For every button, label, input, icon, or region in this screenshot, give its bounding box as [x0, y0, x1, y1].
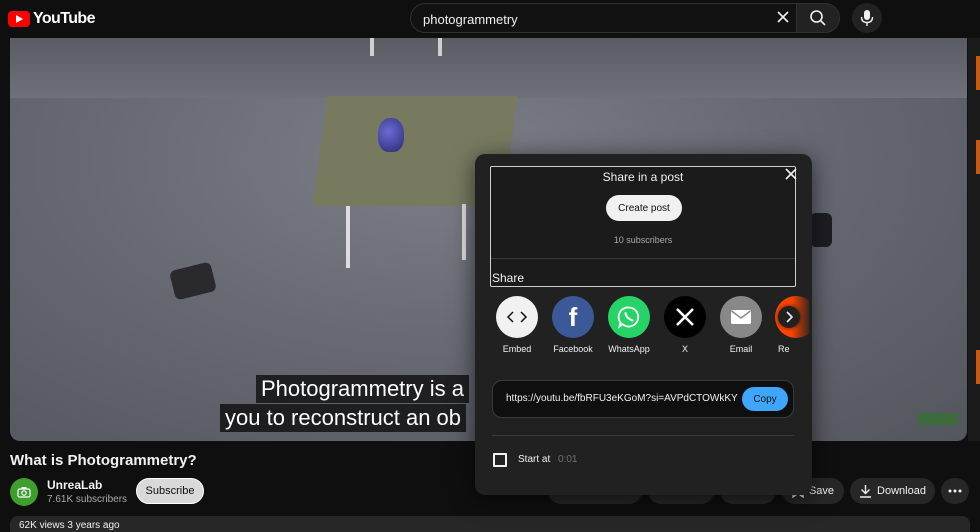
facebook-icon: f: [552, 296, 594, 338]
channel-name[interactable]: UnreaLab: [47, 478, 102, 492]
share-facebook-label: Facebook: [553, 344, 593, 354]
search-icon: [810, 10, 826, 26]
channel-subscribers: 7.61K subscribers: [47, 494, 128, 505]
video-frame-vase: [378, 118, 404, 152]
save-label: Save: [808, 485, 835, 497]
start-at-time[interactable]: 0:01: [558, 454, 577, 465]
share-url-field[interactable]: https://youtu.be/fbRFU3eKGoM?si=AVPdCTOW…: [492, 380, 794, 418]
embed-icon: [496, 296, 538, 338]
email-icon: [720, 296, 762, 338]
chevron-right-icon: [786, 311, 793, 323]
share-embed-label: Embed: [502, 344, 532, 354]
share-x-label: X: [681, 344, 688, 354]
share-facebook[interactable]: f Facebook: [545, 296, 601, 354]
caption-line-1: Photogrammetry is a: [256, 375, 469, 403]
channel-watermark[interactable]: [918, 413, 958, 425]
caption-line-2: you to reconstruct an ob: [220, 404, 467, 432]
share-in-post-title: Share in a post: [602, 170, 684, 184]
share-next-button[interactable]: [778, 306, 800, 328]
video-frame-camera: [168, 261, 218, 301]
share-heading: Share: [492, 271, 525, 285]
x-icon: [664, 296, 706, 338]
share-dialog: Share in a post Create post 10 subscribe…: [475, 154, 812, 495]
chair-leg: [370, 38, 374, 56]
share-in-post-panel: Share in a post Create post 10 subscribe…: [490, 166, 798, 287]
video-frame-wall: [10, 38, 967, 98]
video-frame-camera: [810, 213, 832, 247]
divider: [492, 435, 794, 436]
sidebar-thumbnail[interactable]: [976, 140, 980, 174]
search-box: [410, 3, 797, 33]
start-at-label: Start at: [518, 454, 551, 465]
carousel-fade: [791, 294, 812, 364]
divider: [491, 258, 795, 259]
sidebar-thumbnail[interactable]: [976, 350, 980, 384]
share-embed[interactable]: Embed: [489, 296, 545, 354]
share-url[interactable]: https://youtu.be/fbRFU3eKGoM?si=AVPdCTOW…: [506, 393, 739, 404]
sidebar-thumbnail[interactable]: [976, 56, 980, 90]
microphone-icon: [860, 10, 874, 26]
download-icon: [860, 485, 872, 498]
start-at-checkbox[interactable]: [493, 453, 507, 467]
more-horizontal-icon: [948, 489, 962, 493]
video-title: What is Photogrammetry?: [10, 452, 197, 469]
table-leg: [462, 204, 466, 260]
whatsapp-icon: [608, 296, 650, 338]
close-icon[interactable]: [784, 167, 798, 181]
voice-search-button[interactable]: [852, 3, 882, 33]
share-email-label: Email: [729, 344, 753, 354]
video-meta[interactable]: 62K views 3 years ago: [10, 516, 970, 532]
copy-button[interactable]: Copy: [742, 387, 788, 411]
channel-avatar[interactable]: [10, 478, 38, 506]
search-button[interactable]: [796, 3, 840, 33]
share-whatsapp[interactable]: WhatsApp: [601, 296, 657, 354]
more-actions-button[interactable]: [941, 478, 969, 504]
share-email[interactable]: Email: [713, 296, 769, 354]
download-label: Download: [877, 485, 926, 497]
download-button[interactable]: Download: [850, 478, 935, 504]
subscribe-button[interactable]: Subscribe: [136, 478, 204, 504]
logo-text: YouTube: [33, 10, 95, 27]
camera-icon: [17, 487, 31, 498]
youtube-logo[interactable]: YouTube: [8, 10, 95, 28]
share-x[interactable]: X: [657, 296, 713, 354]
create-post-button[interactable]: Create post: [606, 195, 682, 221]
clear-search-icon[interactable]: [775, 9, 791, 25]
top-bar: YouTube: [0, 0, 980, 38]
chair-leg: [438, 38, 442, 56]
post-subscribers-count: 10 subscribers: [613, 235, 673, 245]
table-leg: [346, 206, 350, 268]
share-whatsapp-label: WhatsApp: [608, 344, 650, 354]
youtube-play-icon: [8, 11, 30, 27]
search-input[interactable]: [423, 10, 763, 28]
